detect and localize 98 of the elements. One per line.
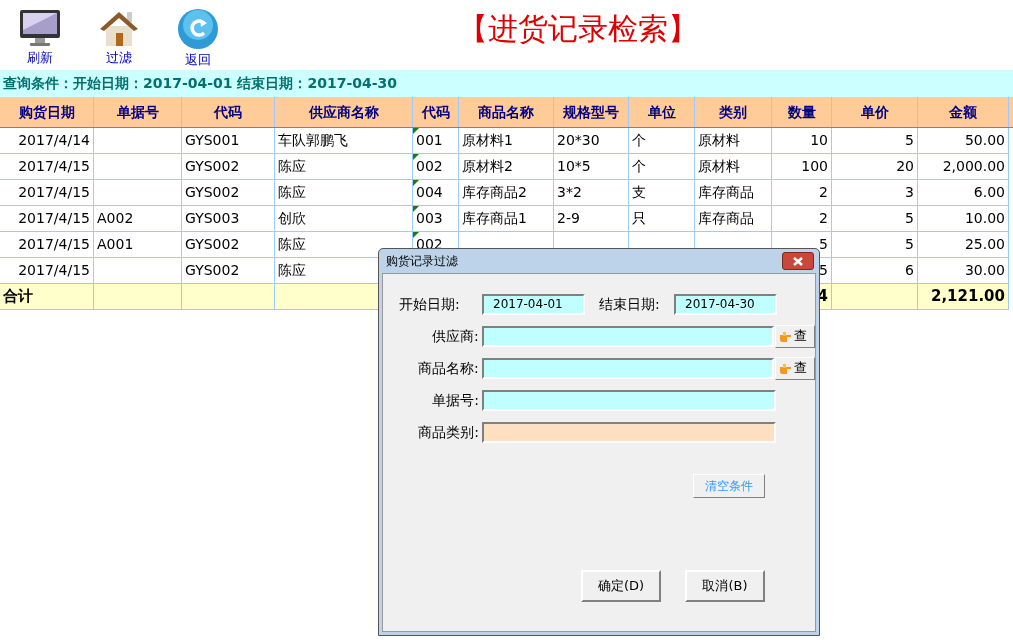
table-cell: 支: [629, 180, 695, 206]
ok-button[interactable]: 确定(D): [581, 570, 661, 602]
table-cell: 只: [629, 206, 695, 232]
table-cell: GYS001: [182, 128, 275, 154]
table-cell: A002: [94, 206, 182, 232]
table-cell: GYS002: [182, 232, 275, 258]
field-label: 商品类别:: [417, 422, 480, 442]
corner-marker-icon: [413, 128, 419, 134]
monitor-icon: [19, 8, 61, 48]
table-cell: A001: [94, 232, 182, 258]
table-cell: 2017/4/15: [0, 258, 94, 284]
field-label: 结束日期:: [598, 294, 661, 314]
table-cell: 创欣: [275, 206, 413, 232]
table-cell: 25.00: [918, 232, 1009, 258]
table-cell: 10: [772, 128, 832, 154]
table-cell: 10.00: [918, 206, 1009, 232]
table-cell: GYS002: [182, 154, 275, 180]
table-cell: 5: [832, 128, 918, 154]
close-icon: [793, 256, 803, 266]
table-cell: 2017/4/14: [0, 128, 94, 154]
table-cell: 3*2: [554, 180, 629, 206]
table-cell: GYS002: [182, 180, 275, 206]
table-cell: 50.00: [918, 128, 1009, 154]
total-cell: 2,121.00: [918, 284, 1009, 310]
table-cell: 个: [629, 154, 695, 180]
column-header: 数量: [772, 97, 832, 127]
corner-marker-icon: [413, 154, 419, 160]
input-field[interactable]: [481, 357, 775, 379]
table-cell: 20*30: [554, 128, 629, 154]
table-cell: 陈应: [275, 180, 413, 206]
date-field[interactable]: 2017-04-01: [482, 293, 585, 315]
table-cell: 原材料: [695, 128, 772, 154]
table-cell: 库存商品1: [459, 206, 554, 232]
table-cell: 个: [629, 128, 695, 154]
back-icon: [177, 8, 219, 50]
table-cell: 5: [832, 232, 918, 258]
field-label: 开始日期:: [399, 294, 461, 314]
field-label: 单据号:: [431, 390, 480, 410]
input-field[interactable]: [482, 421, 776, 443]
table-cell: 原材料1: [459, 128, 554, 154]
table-cell: 5: [832, 206, 918, 232]
table-cell: 库存商品: [695, 206, 772, 232]
corner-marker-icon: [413, 180, 419, 186]
table-cell: 20: [832, 154, 918, 180]
total-cell: 合计: [0, 284, 94, 310]
column-header: 单价: [832, 97, 918, 127]
cell-text: 002: [416, 157, 443, 176]
table-cell: 2017/4/15: [0, 154, 94, 180]
table-cell: 6.00: [918, 180, 1009, 206]
table-cell: GYS002: [182, 258, 275, 284]
cell-text: 004: [416, 183, 443, 202]
column-header: 代码: [413, 97, 459, 127]
table-cell: 库存商品: [695, 180, 772, 206]
table-cell: 2: [772, 206, 832, 232]
close-button[interactable]: [782, 252, 814, 270]
column-header: 代码: [182, 97, 275, 127]
table-cell: 100: [772, 154, 832, 180]
field-label: 商品名称:: [416, 358, 480, 378]
corner-marker-icon: [413, 232, 419, 238]
column-header: 购货日期: [0, 97, 94, 127]
table-cell: 30.00: [918, 258, 1009, 284]
table-cell: 2-9: [554, 206, 629, 232]
toolbar-button[interactable]: 返回: [176, 8, 220, 69]
table-cell: 2017/4/15: [0, 232, 94, 258]
table-cell: 10*5: [554, 154, 629, 180]
table-cell: GYS003: [182, 206, 275, 232]
query-conditions: 查询条件：开始日期：2017-04-01 结束日期：2017-04-30: [3, 74, 397, 93]
column-header: 供应商名称: [275, 97, 413, 127]
table-cell: 2,000.00: [918, 154, 1009, 180]
input-field[interactable]: [481, 325, 775, 347]
lookup-button[interactable]: 查: [775, 356, 815, 380]
column-header: 金额: [918, 97, 1009, 127]
column-header: 商品名称: [459, 97, 554, 127]
table-cell: 3: [832, 180, 918, 206]
column-header: 规格型号: [554, 97, 629, 127]
cell-text: 001: [416, 131, 443, 150]
page-title: 【进货记录检索】: [458, 14, 698, 44]
input-field[interactable]: [482, 389, 776, 411]
cancel-button[interactable]: 取消(B): [685, 570, 765, 602]
table-cell: 6: [832, 258, 918, 284]
column-header: 单据号: [94, 97, 182, 127]
table-cell: 2017/4/15: [0, 180, 94, 206]
column-header: 单位: [629, 97, 695, 127]
cell-text: 003: [416, 209, 443, 228]
table-cell: 车队郭鹏飞: [275, 128, 413, 154]
table-cell: 库存商品2: [459, 180, 554, 206]
table-cell: 原材料2: [459, 154, 554, 180]
table-cell: 2: [772, 180, 832, 206]
date-field[interactable]: 2017-04-30: [674, 293, 777, 315]
toolbar-button[interactable]: 过滤: [97, 8, 141, 67]
table-cell: 2017/4/15: [0, 206, 94, 232]
corner-marker-icon: [413, 206, 419, 212]
table-cell: 原材料: [695, 154, 772, 180]
table-cell: 陈应: [275, 154, 413, 180]
toolbar-button[interactable]: 刷新: [18, 8, 62, 67]
field-label: 供应商:: [430, 326, 480, 346]
column-header: 类别: [695, 97, 772, 127]
lookup-button[interactable]: 查: [775, 324, 815, 348]
